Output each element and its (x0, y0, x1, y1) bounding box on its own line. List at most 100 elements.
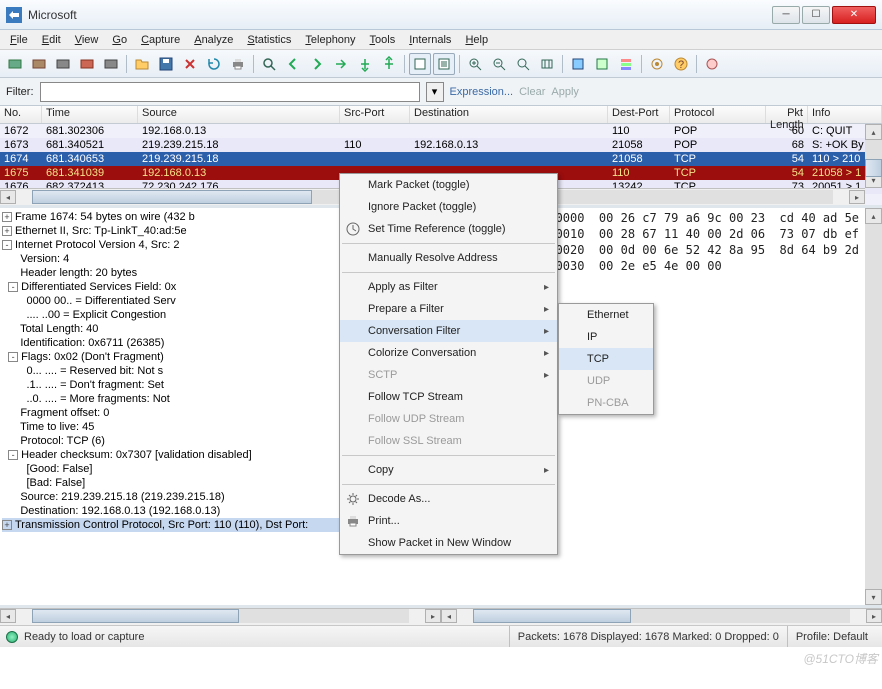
separator (253, 55, 254, 73)
resize-cols-icon[interactable] (536, 53, 558, 75)
zoom100-icon[interactable] (512, 53, 534, 75)
reload-icon[interactable] (203, 53, 225, 75)
watermark: @51CTO博客 (803, 650, 878, 667)
menu-item[interactable]: Set Time Reference (toggle) (340, 218, 557, 240)
coloring-rules-icon[interactable] (615, 53, 637, 75)
packet-scrollbar-v[interactable]: ▴▾ (865, 124, 882, 188)
save-icon[interactable] (155, 53, 177, 75)
window-titlebar: Microsoft ─ ☐ ✕ (0, 0, 882, 30)
restart-icon[interactable] (100, 53, 122, 75)
find-icon[interactable] (258, 53, 280, 75)
prefs-icon[interactable] (646, 53, 668, 75)
filter-label: Filter: (6, 86, 34, 98)
menu-statistics[interactable]: Statistics (241, 33, 297, 47)
window-title: Microsoft (28, 8, 772, 22)
submenu-item[interactable]: TCP (559, 348, 653, 370)
menu-internals[interactable]: Internals (403, 33, 457, 47)
menu-file[interactable]: File (4, 33, 34, 47)
maximize-button[interactable]: ☐ (802, 6, 830, 24)
menu-item[interactable]: Ignore Packet (toggle) (340, 196, 557, 218)
goto-icon[interactable] (330, 53, 352, 75)
statusbar: Ready to load or capture Packets: 1678 D… (0, 625, 882, 647)
menu-item[interactable]: Copy (340, 459, 557, 481)
menu-go[interactable]: Go (106, 33, 133, 47)
extra-icon[interactable] (701, 53, 723, 75)
menu-analyze[interactable]: Analyze (188, 33, 239, 47)
menu-telephony[interactable]: Telephony (299, 33, 361, 47)
context-menu[interactable]: Mark Packet (toggle)Ignore Packet (toggl… (339, 173, 558, 555)
column-header[interactable]: Destination (410, 106, 608, 123)
open-icon[interactable] (131, 53, 153, 75)
menubar: FileEditViewGoCaptureAnalyzeStatisticsTe… (0, 30, 882, 50)
display-filters-icon[interactable] (591, 53, 613, 75)
filter-dropdown[interactable]: ▾ (426, 82, 444, 102)
zoomin-icon[interactable] (464, 53, 486, 75)
menu-help[interactable]: Help (459, 33, 494, 47)
filter-bar: Filter: ▾ Expression... Clear Apply (0, 78, 882, 106)
menu-item[interactable]: Colorize Conversation (340, 342, 557, 364)
menu-capture[interactable]: Capture (135, 33, 186, 47)
print-icon (345, 513, 361, 529)
close-button[interactable]: ✕ (832, 6, 876, 24)
close-file-icon[interactable] (179, 53, 201, 75)
zoomout-icon[interactable] (488, 53, 510, 75)
last-icon[interactable] (378, 53, 400, 75)
menu-item[interactable]: Mark Packet (toggle) (340, 174, 557, 196)
conversation-filter-submenu[interactable]: EthernetIPTCPUDPPN-CBA (558, 303, 654, 415)
hex-scrollbar-v[interactable]: ▴▾ (865, 208, 882, 605)
menu-item[interactable]: Apply as Filter (340, 276, 557, 298)
interfaces-icon[interactable] (4, 53, 26, 75)
column-header[interactable]: Pkt Length (766, 106, 808, 123)
table-row[interactable]: 1674681.340653219.239.215.1821058TCP5411… (0, 152, 882, 166)
menu-item: Follow UDP Stream (340, 408, 557, 430)
column-header[interactable]: Source (138, 106, 340, 123)
table-row[interactable]: 1673681.340521219.239.215.18110192.168.0… (0, 138, 882, 152)
column-header[interactable]: Src-Port (340, 106, 410, 123)
tree-scrollbar-h[interactable]: ◂▸ (0, 608, 441, 625)
first-icon[interactable] (354, 53, 376, 75)
minimize-button[interactable]: ─ (772, 6, 800, 24)
menu-item[interactable]: Follow TCP Stream (340, 386, 557, 408)
menu-item[interactable]: Show Packet in New Window (340, 532, 557, 554)
forward-icon[interactable] (306, 53, 328, 75)
menu-item[interactable]: Manually Resolve Address (340, 247, 557, 269)
hex-scrollbar-h[interactable]: ◂▸ (441, 608, 882, 625)
column-header[interactable]: Info (808, 106, 882, 123)
expression-button[interactable]: Expression... (450, 86, 514, 98)
app-icon (6, 7, 22, 23)
column-header[interactable]: Time (42, 106, 138, 123)
submenu-item[interactable]: IP (559, 326, 653, 348)
print-icon[interactable] (227, 53, 249, 75)
submenu-item: PN-CBA (559, 392, 653, 414)
clear-button[interactable]: Clear (519, 86, 545, 98)
menu-item[interactable]: Decode As... (340, 488, 557, 510)
column-header[interactable]: Protocol (670, 106, 766, 123)
autoscroll-icon[interactable] (433, 53, 455, 75)
separator (696, 55, 697, 73)
table-row[interactable]: 1672681.302306192.168.0.13110POP60C: QUI… (0, 124, 882, 138)
apply-button[interactable]: Apply (551, 86, 579, 98)
status-packets: Packets: 1678 Displayed: 1678 Marked: 0 … (509, 626, 787, 647)
back-icon[interactable] (282, 53, 304, 75)
menu-item[interactable]: Print... (340, 510, 557, 532)
bottom-scrollbars: ◂▸ ◂▸ (0, 608, 882, 625)
start-icon[interactable] (52, 53, 74, 75)
separator (641, 55, 642, 73)
capture-filters-icon[interactable] (567, 53, 589, 75)
colorize-icon[interactable] (409, 53, 431, 75)
help-icon[interactable]: ? (670, 53, 692, 75)
menu-tools[interactable]: Tools (364, 33, 402, 47)
status-profile[interactable]: Profile: Default (787, 626, 876, 647)
filter-input[interactable] (40, 82, 420, 102)
stop-icon[interactable] (76, 53, 98, 75)
packet-columns[interactable]: No.TimeSourceSrc-PortDestinationDest-Por… (0, 106, 882, 124)
column-header[interactable]: Dest-Port (608, 106, 670, 123)
menu-item[interactable]: Conversation Filter (340, 320, 557, 342)
options-icon[interactable] (28, 53, 50, 75)
menu-item[interactable]: Prepare a Filter (340, 298, 557, 320)
svg-text:?: ? (678, 59, 684, 71)
menu-edit[interactable]: Edit (36, 33, 67, 47)
menu-view[interactable]: View (69, 33, 105, 47)
column-header[interactable]: No. (0, 106, 42, 123)
submenu-item[interactable]: Ethernet (559, 304, 653, 326)
